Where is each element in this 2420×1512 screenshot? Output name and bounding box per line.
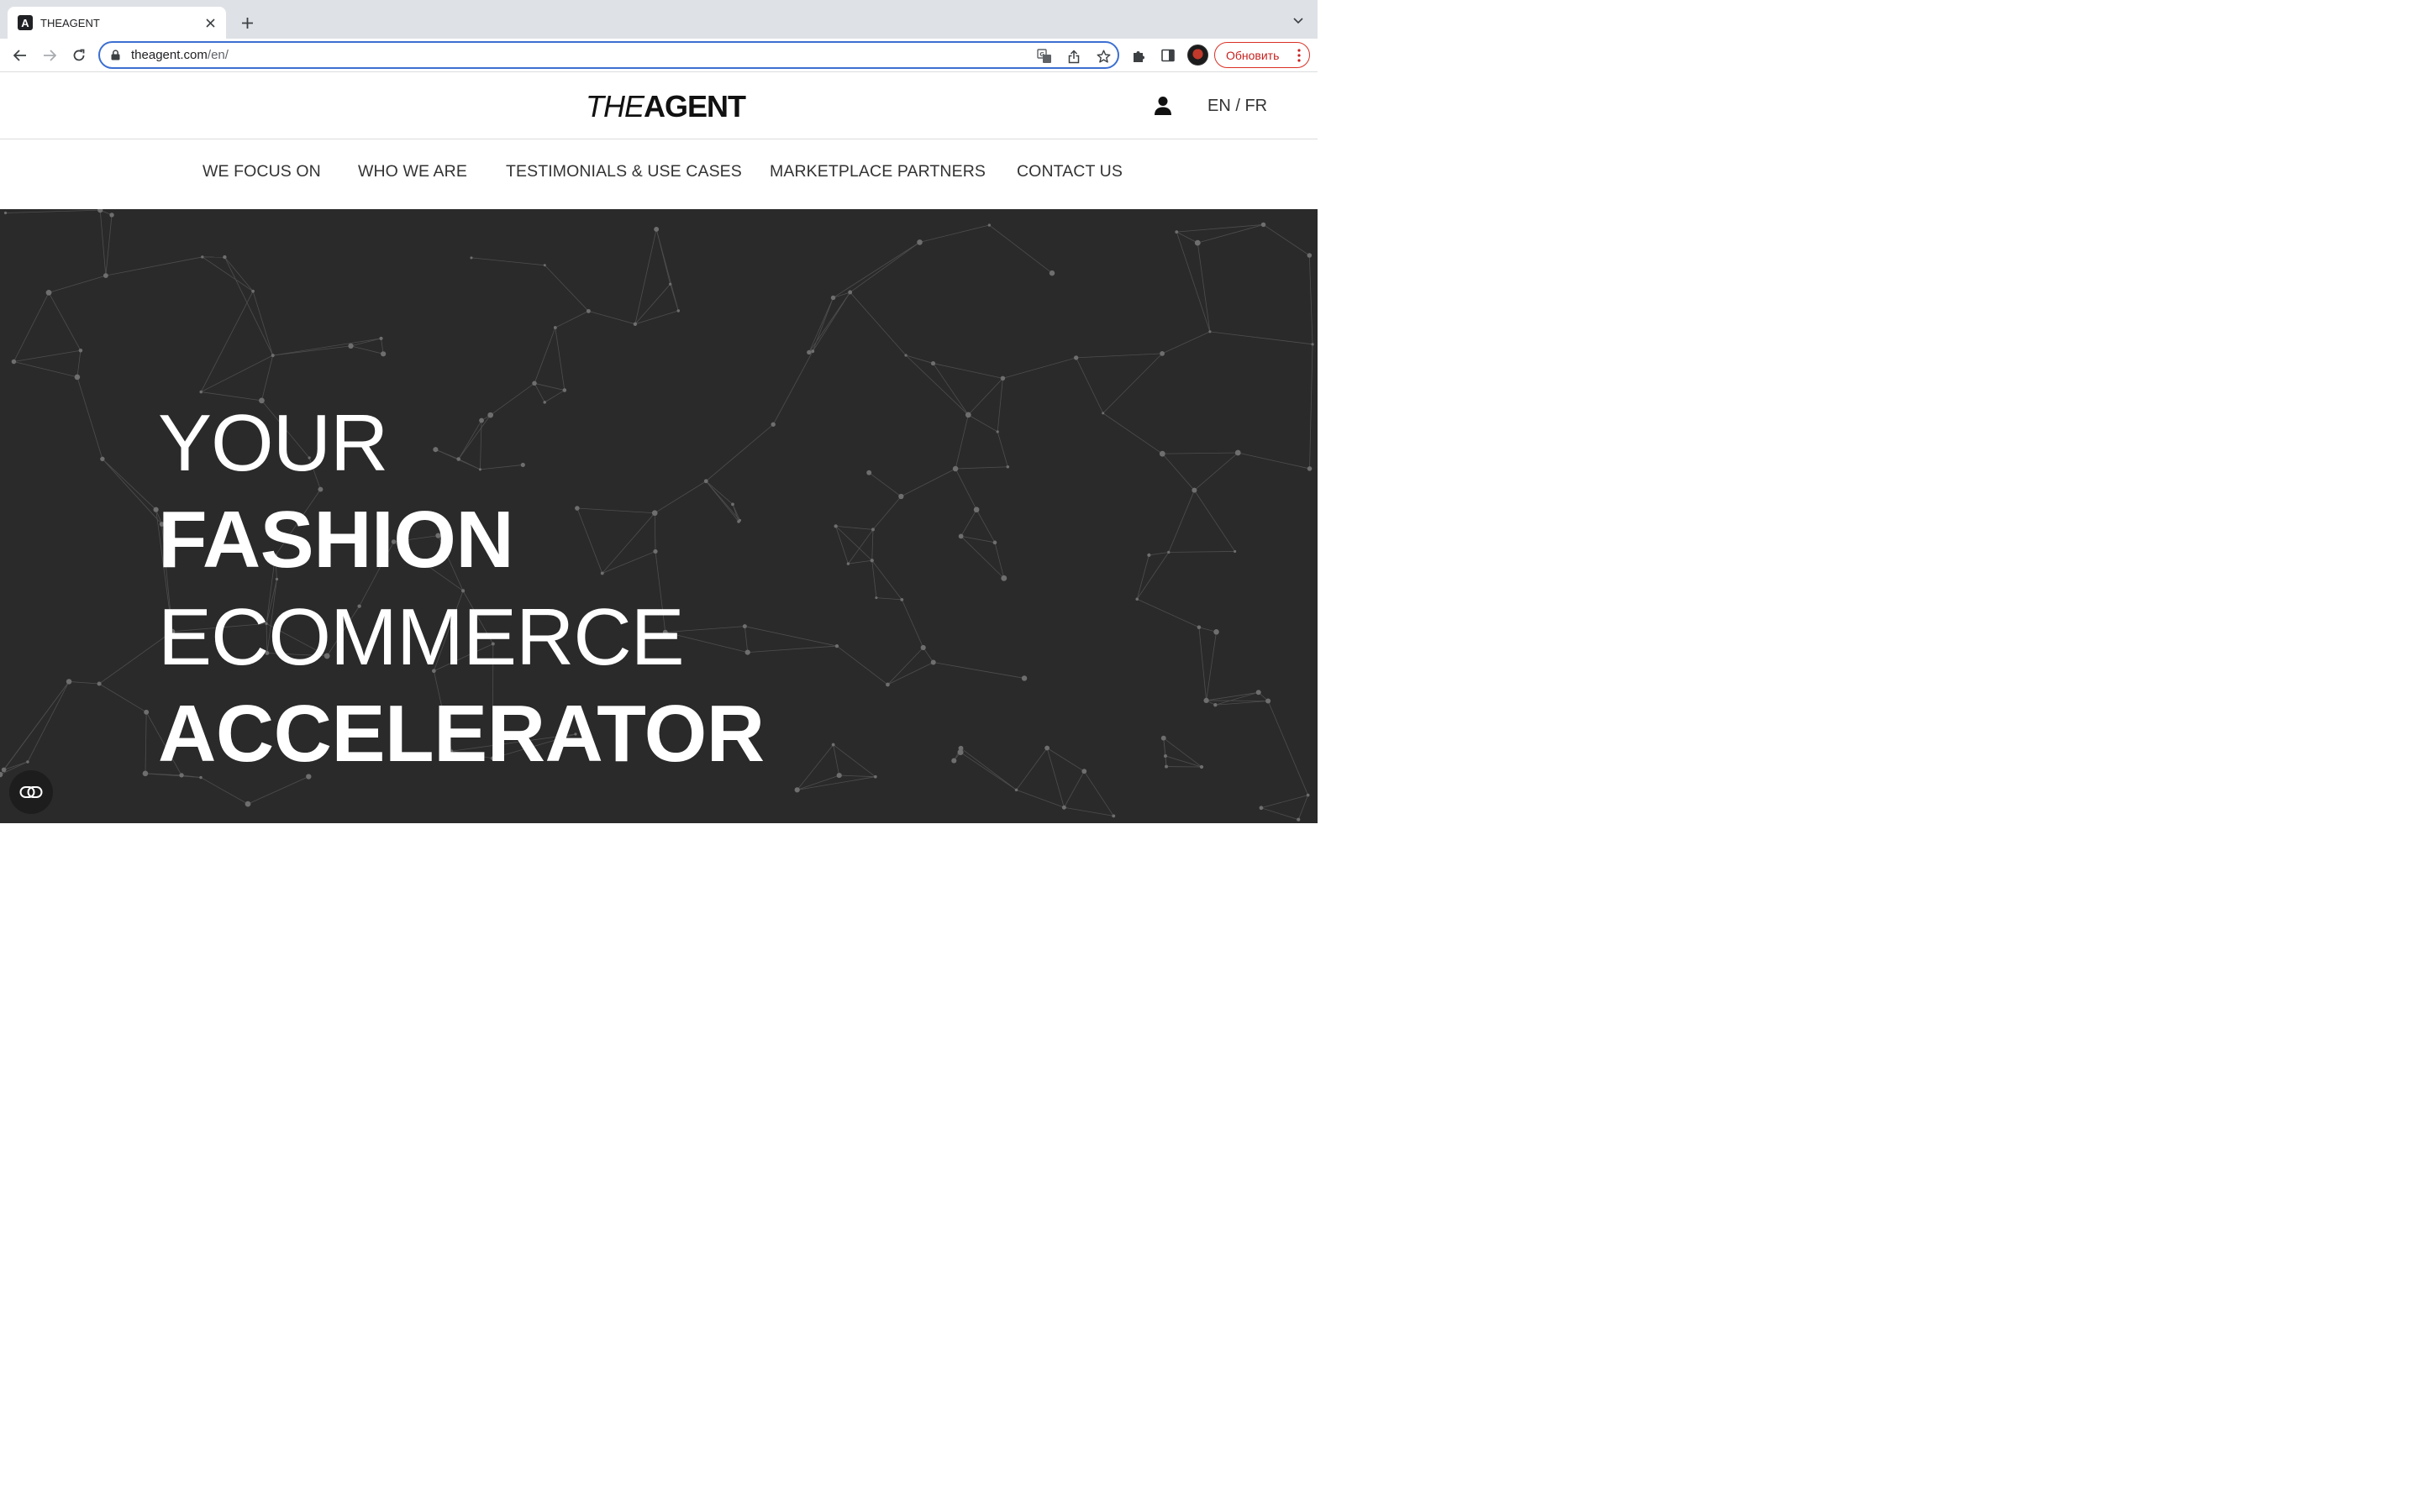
user-account-icon[interactable]: [1154, 96, 1172, 116]
nav-who-we-are[interactable]: WHO WE ARE: [358, 162, 467, 181]
profile-avatar[interactable]: [1187, 45, 1208, 66]
forward-arrow-icon[interactable]: [38, 44, 61, 67]
site-logo[interactable]: THEAGENT: [586, 89, 746, 124]
browser-toolbar: theagent.com/en/ G Обновить: [0, 39, 1318, 72]
browser-tab[interactable]: A THEAGENT: [8, 7, 226, 39]
reload-icon[interactable]: [67, 44, 91, 67]
hero-section: YOUR FASHION ECOMMERCE ACCELERATOR: [0, 209, 1318, 823]
hero-line-fashion: FASHION: [158, 495, 514, 585]
more-vertical-icon: [1297, 49, 1301, 62]
nav-testimonials[interactable]: TESTIMONIALS & USE CASES: [506, 162, 742, 181]
back-arrow-icon[interactable]: [8, 44, 32, 67]
star-bookmark-icon[interactable]: [1095, 48, 1112, 65]
svg-text:G: G: [1039, 51, 1044, 58]
tab-title: THEAGENT: [40, 16, 100, 29]
link-toggle-icon: [19, 786, 43, 798]
share-icon[interactable]: [1065, 48, 1082, 65]
accessibility-toggle-button[interactable]: [9, 770, 53, 814]
chevron-down-icon[interactable]: [1291, 13, 1306, 29]
favicon-icon: A: [18, 15, 33, 30]
nav-contact-us[interactable]: CONTACT US: [1017, 162, 1123, 181]
site-header: THEAGENT EN / FR: [0, 72, 1318, 139]
address-bar[interactable]: theagent.com/en/ G: [98, 41, 1119, 69]
new-tab-plus-icon[interactable]: [236, 12, 258, 34]
side-panel-icon[interactable]: [1158, 45, 1178, 66]
nav-marketplace-partners[interactable]: MARKETPLACE PARTNERS: [770, 162, 986, 181]
lock-icon[interactable]: [110, 50, 120, 61]
close-icon[interactable]: [203, 15, 218, 30]
hero-line-ecommerce: ECOMMERCE: [158, 592, 685, 682]
hero-line-accelerator: ACCELERATOR: [158, 689, 765, 779]
main-navigation: WE FOCUS ON WHO WE ARE TESTIMONIALS & US…: [0, 139, 1318, 209]
update-button-label: Обновить: [1226, 48, 1280, 62]
nav-we-focus-on[interactable]: WE FOCUS ON: [203, 162, 321, 181]
browser-tabstrip: A THEAGENT: [0, 0, 1318, 39]
translate-icon[interactable]: G: [1036, 48, 1053, 65]
extensions-puzzle-icon[interactable]: [1129, 45, 1150, 66]
url-text: theagent.com/en/: [131, 48, 229, 62]
hero-line-your: YOUR: [158, 398, 388, 488]
language-switcher[interactable]: EN / FR: [1207, 97, 1267, 116]
update-button[interactable]: Обновить: [1214, 42, 1310, 68]
